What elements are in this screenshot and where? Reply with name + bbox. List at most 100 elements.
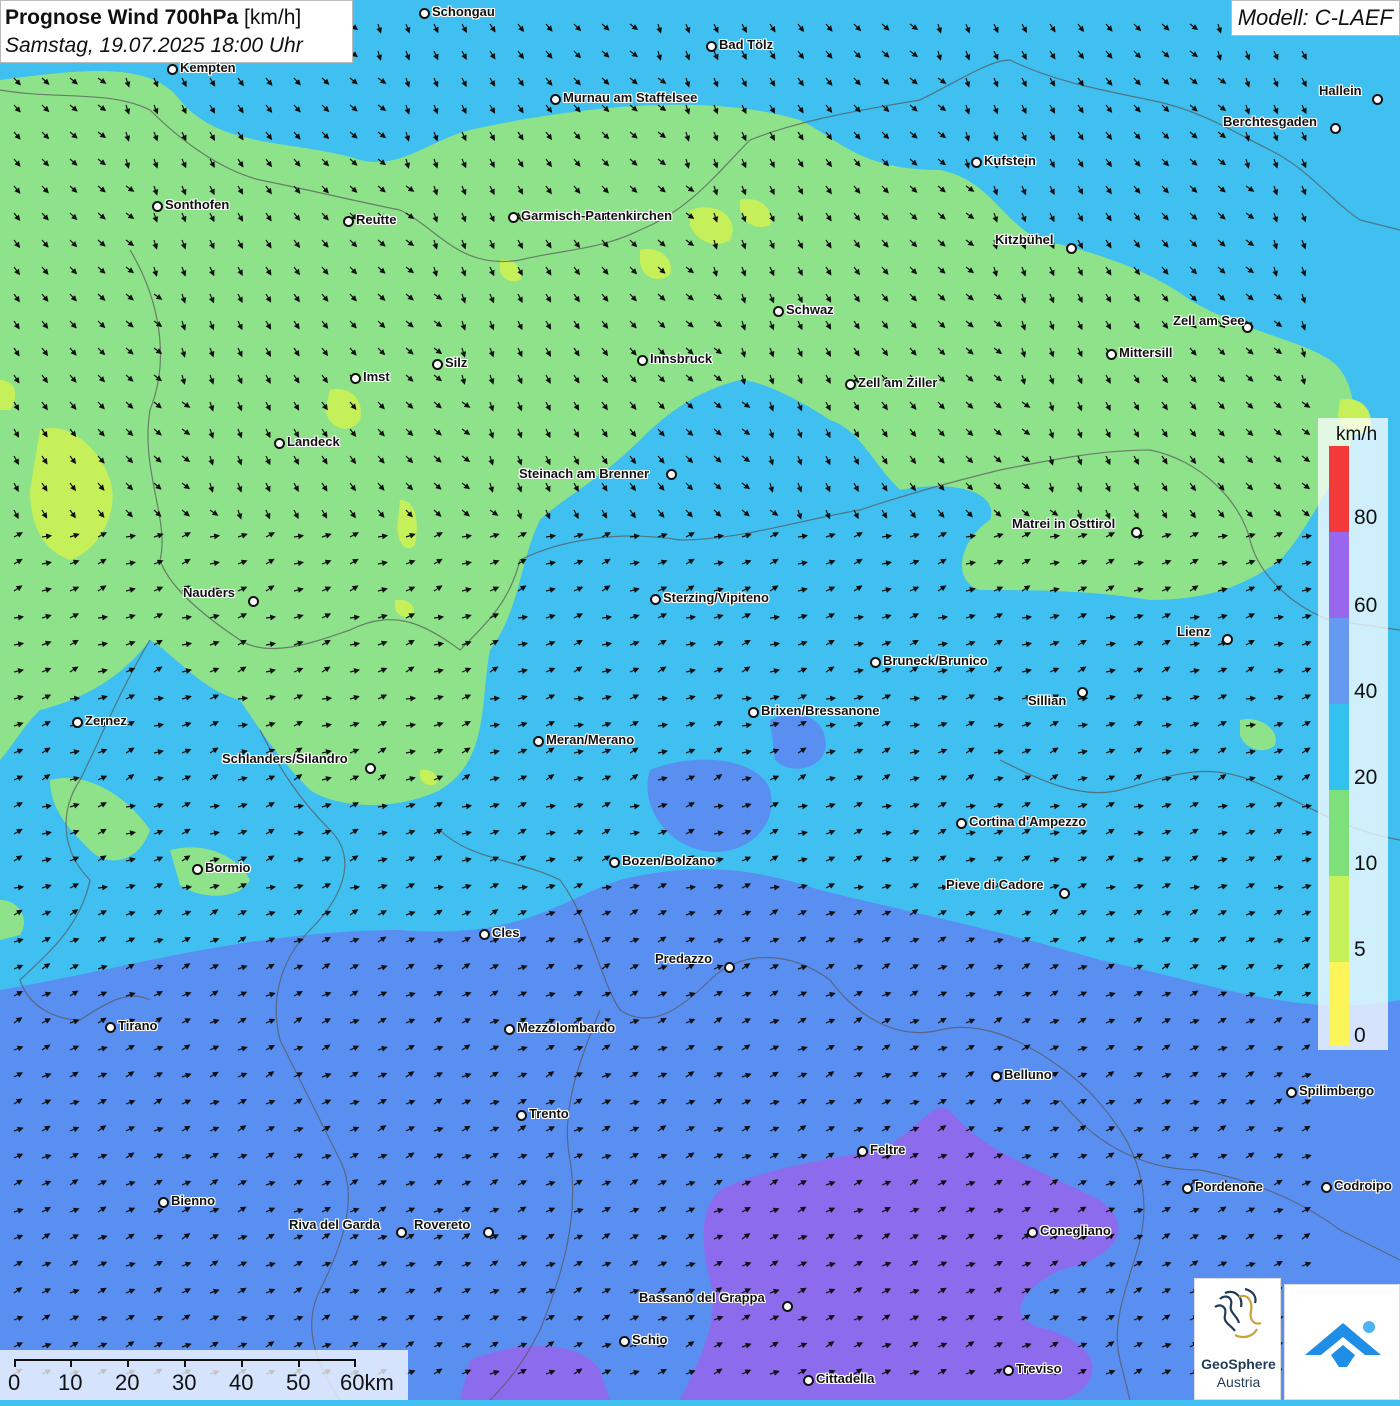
city-marker-icon xyxy=(483,1227,494,1238)
scale-tick xyxy=(354,1359,356,1367)
city-label: Schongau xyxy=(432,4,495,19)
legend-bar xyxy=(1329,446,1349,1046)
scale-bar: 0 10 20 30 40 50 60km xyxy=(0,1350,408,1400)
city-marker-icon xyxy=(479,929,490,940)
legend-swatch-80 xyxy=(1329,446,1349,532)
city-marker-icon xyxy=(1222,634,1233,645)
scale-label: 60km xyxy=(340,1370,394,1395)
city-marker-icon xyxy=(152,201,163,212)
city-label: Bruneck/Brunico xyxy=(883,653,988,668)
geosphere-emblem-icon xyxy=(1214,1287,1262,1339)
scale-tick xyxy=(127,1359,129,1367)
city-marker-icon xyxy=(432,359,443,370)
legend-label-80: 80 xyxy=(1354,506,1378,529)
city-marker-icon xyxy=(1182,1183,1193,1194)
city-marker-icon xyxy=(870,657,881,668)
city-label: Kufstein xyxy=(984,153,1036,168)
legend-swatch-60 xyxy=(1329,532,1349,618)
city-label: Meran/Merano xyxy=(546,732,635,747)
city-marker-icon xyxy=(343,216,354,227)
city-marker-icon xyxy=(158,1197,169,1208)
city-marker-icon xyxy=(857,1146,868,1157)
city-label: Bozen/Bolzano xyxy=(622,853,716,868)
city-marker-icon xyxy=(1003,1365,1014,1376)
city-marker-icon xyxy=(1059,888,1070,899)
city-label: Nauders xyxy=(183,585,236,600)
scale-tick xyxy=(14,1359,16,1367)
title-main: Prognose Wind 700hPa xyxy=(5,6,239,29)
city-label: Kempten xyxy=(180,60,236,75)
city-marker-icon xyxy=(508,212,519,223)
city-label: Tirano xyxy=(118,1018,158,1033)
city-marker-icon xyxy=(365,763,376,774)
legend-swatch-0 xyxy=(1329,962,1349,1046)
scale-tick xyxy=(184,1359,186,1367)
city-marker-icon xyxy=(748,707,759,718)
city-marker-icon xyxy=(1372,94,1383,105)
city-marker-icon xyxy=(991,1071,1002,1082)
city-marker-icon xyxy=(105,1022,116,1033)
city-marker-icon xyxy=(248,596,259,607)
mountain-arrow-icon xyxy=(1305,1321,1381,1367)
model-label: Modell: C-LAEF xyxy=(1230,0,1400,36)
city-marker-icon xyxy=(167,64,178,75)
legend-label-40: 40 xyxy=(1354,680,1378,703)
city-label: Mittersill xyxy=(1119,345,1173,360)
city-marker-icon xyxy=(192,864,203,875)
scale-tick xyxy=(241,1359,243,1367)
city-marker-icon xyxy=(396,1227,407,1238)
city-marker-icon xyxy=(956,818,967,829)
city-label: Bassano del Grappa xyxy=(639,1290,765,1305)
city-marker-icon xyxy=(706,41,717,52)
city-label: Bienno xyxy=(171,1193,216,1208)
city-marker-icon xyxy=(666,469,677,480)
scale-tick xyxy=(70,1359,72,1367)
city-label: Sterzing/Vipiteno xyxy=(663,590,769,605)
city-marker-icon xyxy=(1106,349,1117,360)
city-label: Codroipo xyxy=(1334,1178,1392,1193)
city-marker-icon xyxy=(350,373,361,384)
city-label: Zell am Ziller xyxy=(858,375,938,390)
city-label: Hallein xyxy=(1319,83,1362,98)
page-title: Prognose Wind 700hPa [km/h] xyxy=(5,4,348,32)
city-label: Spilimbergo xyxy=(1299,1083,1375,1098)
city-marker-icon xyxy=(650,594,661,605)
city-label: Sillian xyxy=(1028,693,1067,708)
scale-tick xyxy=(298,1359,300,1367)
legend-label-20: 20 xyxy=(1354,766,1378,789)
city-label: Conegliano xyxy=(1040,1223,1111,1238)
scale-label: 50 xyxy=(286,1370,311,1395)
city-label: Matrei in Osttirol xyxy=(1012,516,1116,531)
title-box: Prognose Wind 700hPa [km/h] Samstag, 19.… xyxy=(0,0,353,63)
city-label: Schwaz xyxy=(786,302,834,317)
city-label: Riva del Garda xyxy=(289,1217,381,1232)
city-label: Schlanders/Silandro xyxy=(222,751,348,766)
city-label: Garmisch-Partenkirchen xyxy=(521,208,673,223)
city-label: Mezzolombardo xyxy=(517,1020,616,1035)
city-label: Zernez xyxy=(85,713,127,728)
city-label: Cles xyxy=(492,925,520,940)
city-label: Bad Tölz xyxy=(719,37,774,52)
geosphere-logo: GeoSphere Austria xyxy=(1194,1278,1281,1400)
city-label: Imst xyxy=(363,369,390,384)
city-marker-icon xyxy=(550,94,561,105)
city-label: Predazzo xyxy=(655,951,713,966)
geosphere-name: GeoSphere xyxy=(1201,1356,1276,1372)
city-label: Cortina d'Ampezzo xyxy=(969,814,1087,829)
city-marker-icon xyxy=(845,379,856,390)
city-label: Bormio xyxy=(205,860,251,875)
city-marker-icon xyxy=(1077,687,1088,698)
weather-app-logo xyxy=(1284,1284,1400,1400)
legend-label-10: 10 xyxy=(1354,852,1378,875)
city-label: Pieve di Cadore xyxy=(946,877,1044,892)
city-label: Belluno xyxy=(1004,1067,1052,1082)
city-marker-icon xyxy=(1066,243,1077,254)
title-unit: [km/h] xyxy=(244,6,302,29)
legend-swatch-20 xyxy=(1329,704,1349,790)
legend-label-0: 0 xyxy=(1354,1024,1366,1047)
city-label: Brixen/Bressanone xyxy=(761,703,880,718)
city-marker-icon xyxy=(773,306,784,317)
city-label: Berchtesgaden xyxy=(1223,114,1317,129)
city-marker-icon xyxy=(609,857,620,868)
scale-label: 30 xyxy=(172,1370,197,1395)
